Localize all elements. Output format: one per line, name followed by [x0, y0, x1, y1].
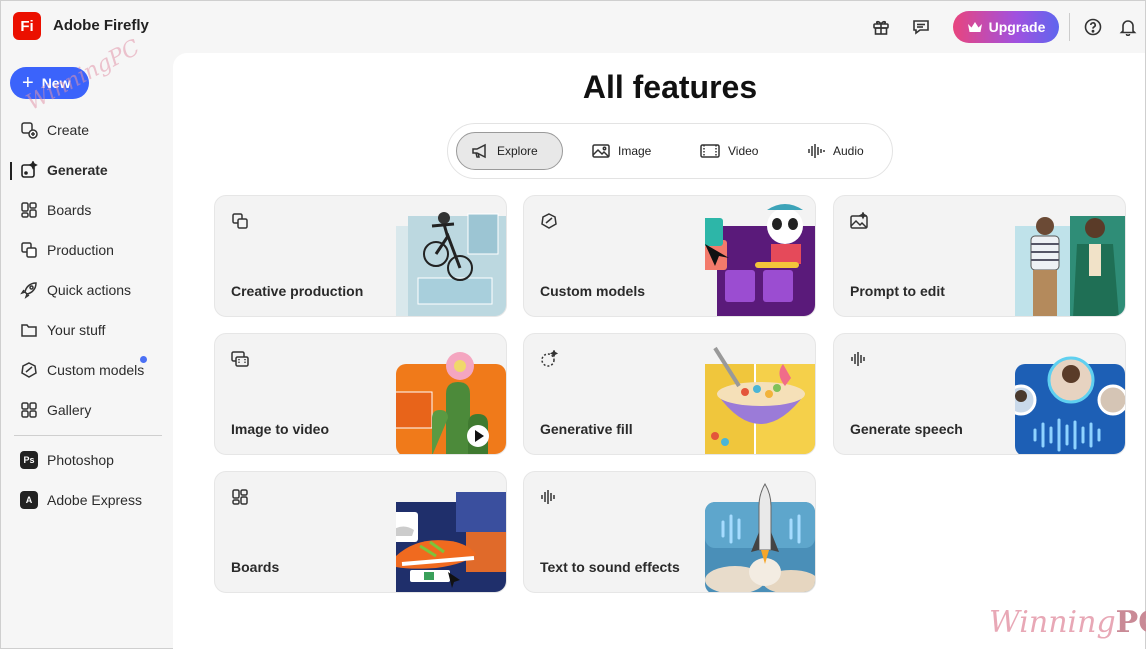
- sidebar-item-adobe-express[interactable]: A Adobe Express: [1, 485, 173, 515]
- photoshop-badge: Ps: [20, 451, 38, 469]
- card-label: Boards: [231, 559, 280, 575]
- waveform-icon: [850, 350, 870, 370]
- generate-speech-thumbnail: [1005, 334, 1125, 454]
- tab-video[interactable]: Video: [686, 132, 772, 170]
- sidebar-item-label: Generate: [47, 162, 108, 178]
- creative-production-thumbnail: [396, 196, 506, 316]
- plus-icon: +: [22, 72, 34, 94]
- sidebar-item-label: Custom models: [47, 362, 145, 378]
- tab-label: Video: [728, 144, 759, 158]
- top-bar: Fi Adobe Firefly Upgrade: [1, 1, 1145, 53]
- feature-card-text-to-sound-effects[interactable]: Text to sound effects: [523, 471, 816, 593]
- feature-card-custom-models[interactable]: Custom models: [523, 195, 816, 317]
- feature-card-image-to-video[interactable]: Image to video: [214, 333, 507, 455]
- feature-card-boards[interactable]: Boards: [214, 471, 507, 593]
- video-icon: [700, 144, 720, 158]
- image-to-video-thumbnail: [381, 334, 506, 454]
- photoshop-icon: Ps: [19, 450, 39, 470]
- new-button[interactable]: + New: [10, 67, 89, 99]
- adobe-express-icon: A: [19, 490, 39, 510]
- topbar-divider: [1069, 13, 1070, 41]
- tab-image[interactable]: Image: [578, 132, 665, 170]
- generative-fill-icon: [540, 349, 560, 370]
- boards-icon: [19, 200, 39, 220]
- tab-label: Image: [618, 144, 652, 158]
- sidebar-item-label: Photoshop: [47, 452, 114, 468]
- sidebar-item-label: Production: [47, 242, 114, 258]
- main-panel: All features Explore Image Video Audio C…: [173, 53, 1145, 649]
- sidebar-item-production[interactable]: Production: [1, 235, 173, 265]
- upgrade-label: Upgrade: [988, 19, 1046, 35]
- card-label: Prompt to edit: [850, 283, 945, 299]
- sidebar-item-custom-models[interactable]: Custom models: [1, 355, 173, 385]
- card-label: Generate speech: [850, 421, 963, 437]
- rocket-icon: [19, 280, 39, 300]
- sidebar-item-generate[interactable]: Generate: [1, 155, 173, 185]
- chat-icon[interactable]: [910, 16, 932, 38]
- image-icon: [592, 144, 610, 158]
- crown-icon: [967, 22, 982, 32]
- tab-label: Audio: [833, 144, 864, 158]
- create-icon: [19, 120, 39, 140]
- tab-audio[interactable]: Audio: [793, 132, 878, 170]
- tab-label: Explore: [497, 144, 538, 158]
- sidebar-item-label: Your stuff: [47, 322, 106, 338]
- prompt-to-edit-thumbnail: [1015, 196, 1125, 316]
- feature-card-prompt-to-edit[interactable]: Prompt to edit: [833, 195, 1126, 317]
- sidebar: + New Create Generate Boards Production …: [1, 53, 173, 649]
- card-label: Custom models: [540, 283, 646, 299]
- sidebar-item-label: Quick actions: [47, 282, 132, 298]
- boards-icon: [231, 488, 251, 508]
- tab-explore[interactable]: Explore: [456, 132, 563, 170]
- feature-card-generative-fill[interactable]: Generative fill: [523, 333, 816, 455]
- sidebar-item-create[interactable]: Create: [1, 115, 173, 145]
- card-label: Image to video: [231, 421, 330, 437]
- sidebar-item-gallery[interactable]: Gallery: [1, 395, 173, 425]
- waveform-icon: [808, 144, 825, 158]
- app-title[interactable]: Adobe Firefly: [53, 17, 149, 34]
- sidebar-item-label: Adobe Express: [47, 492, 142, 508]
- sidebar-item-label: Boards: [47, 202, 92, 218]
- page-title: All features: [582, 69, 758, 105]
- sidebar-item-photoshop[interactable]: Ps Photoshop: [1, 445, 173, 475]
- watermark-logo: WinningPC: [989, 605, 1146, 640]
- card-label: Creative production: [231, 283, 364, 299]
- megaphone-icon: [472, 143, 486, 159]
- card-label: Generative fill: [540, 421, 633, 437]
- feature-card-creative-production[interactable]: Creative production: [214, 195, 507, 317]
- bell-icon[interactable]: [1117, 16, 1139, 38]
- gallery-icon: [19, 400, 39, 420]
- feature-tabs: Explore Image Video Audio: [447, 123, 893, 179]
- sidebar-item-label: Create: [47, 122, 90, 138]
- firefly-logo[interactable]: Fi: [13, 12, 41, 40]
- upgrade-button[interactable]: Upgrade: [953, 11, 1059, 43]
- folder-icon: [19, 320, 39, 340]
- custom-models-icon: [540, 212, 560, 232]
- new-badge-dot: [140, 356, 147, 363]
- image-edit-icon: [850, 211, 870, 232]
- waveform-icon: [540, 488, 560, 508]
- text-to-sound-effects-thumbnail: [705, 472, 815, 592]
- gift-icon[interactable]: [870, 16, 892, 38]
- custom-models-thumbnail: [695, 196, 815, 316]
- sidebar-item-your-stuff[interactable]: Your stuff: [1, 315, 173, 345]
- adobe-express-badge: A: [20, 491, 38, 509]
- sidebar-item-boards[interactable]: Boards: [1, 195, 173, 225]
- generative-fill-thumbnail: [705, 334, 815, 454]
- feature-card-generate-speech[interactable]: Generate speech: [833, 333, 1126, 455]
- image-to-video-icon: [231, 350, 251, 370]
- sidebar-item-label: Gallery: [47, 402, 92, 418]
- card-label: Text to sound effects: [540, 559, 680, 575]
- sidebar-item-quick-actions[interactable]: Quick actions: [1, 275, 173, 305]
- custom-models-icon: [19, 360, 39, 380]
- boards-thumbnail: [382, 472, 506, 592]
- production-icon: [231, 212, 251, 232]
- help-icon[interactable]: [1082, 16, 1104, 38]
- new-label: New: [41, 75, 71, 91]
- sidebar-divider: [14, 435, 162, 436]
- production-icon: [19, 240, 39, 260]
- generate-icon: [19, 160, 39, 180]
